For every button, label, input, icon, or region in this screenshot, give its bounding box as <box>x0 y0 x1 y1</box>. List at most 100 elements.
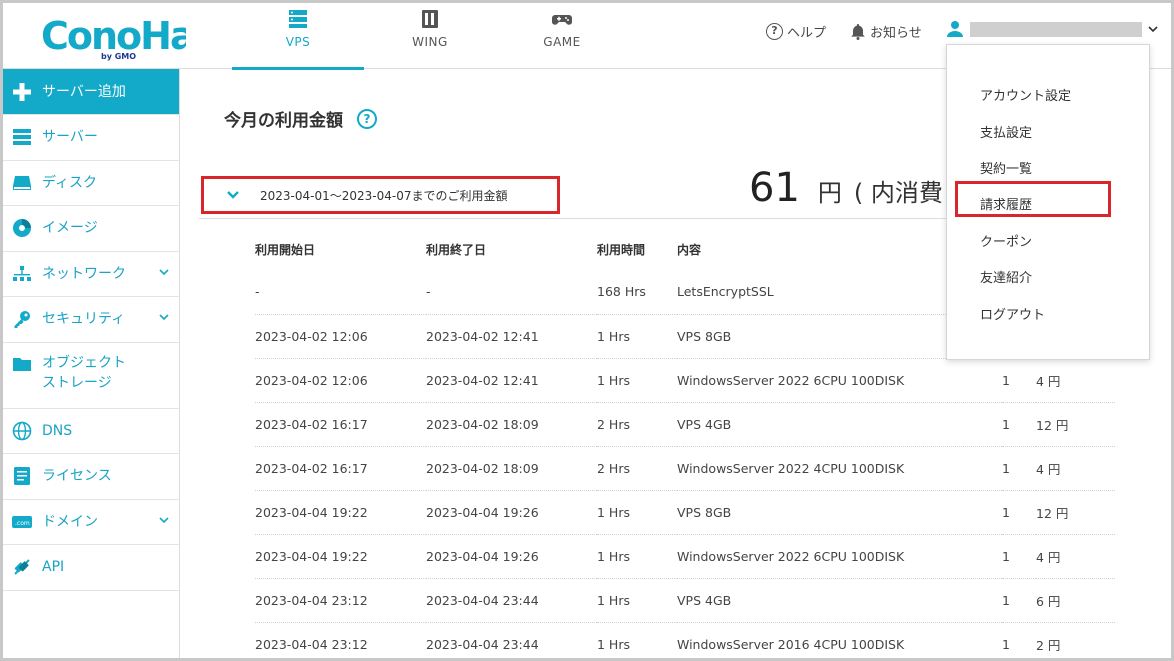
help-icon[interactable]: ? <box>357 108 377 129</box>
page-title-text: 今月の利用金額 <box>224 111 343 131</box>
table-row: 2023-04-02 12:06 2023-04-02 12:41 1 Hrs Win… <box>255 357 1115 402</box>
duration-cell: 1 Hrs <box>597 577 677 622</box>
quantity-cell: 1 <box>1002 577 1036 622</box>
end-date-cell: 2023-04-04 23:44 <box>426 577 597 622</box>
sidebar-item-label: サーバー追加 <box>42 83 126 100</box>
plus-icon <box>11 81 33 103</box>
duration-cell: 1 Hrs <box>597 533 677 578</box>
sidebar-item-add-server[interactable]: サーバー追加 <box>3 69 179 115</box>
duration-cell: 168 Hrs <box>597 284 646 300</box>
tab-wing-label: WING <box>412 35 448 49</box>
price-cell: 6 円 <box>1036 577 1115 622</box>
period-label: 2023-04-01～2023-04-07までのご利用金額 <box>260 188 508 203</box>
description-cell: WindowsServer 2022 6CPU 100DISK <box>677 357 1002 402</box>
account-menu: アカウント設定 支払設定 契約一覧 請求履歴 クーポン 友達紹介 ログアウト <box>946 44 1150 360</box>
description-cell: VPS 8GB <box>677 489 1002 534</box>
chevron-down-icon <box>1148 26 1158 33</box>
server-icon <box>289 10 307 28</box>
building-icon <box>422 10 438 28</box>
price-cell: 12 円 <box>1036 489 1115 534</box>
end-date-cell: 2023-04-02 18:09 <box>426 401 597 446</box>
svg-text:by GMO: by GMO <box>101 52 136 61</box>
sidebar-item-api[interactable]: API <box>3 545 179 591</box>
sidebar-item-server[interactable]: サーバー <box>3 115 179 161</box>
column-header: 利用時間 <box>597 242 646 257</box>
amount-unit: 円 <box>817 179 842 207</box>
user-menu-trigger[interactable] <box>946 20 1158 38</box>
sidebar-item-label: サーバー <box>42 129 98 146</box>
quantity-cell: 1 <box>1002 401 1036 446</box>
quantity-cell: 1 <box>1002 533 1036 578</box>
price-cell: 4 円 <box>1036 357 1115 402</box>
user-name-redacted <box>970 21 1142 37</box>
help-icon: ? <box>766 23 783 40</box>
sidebar-item-security[interactable]: セキュリティ <box>3 297 179 343</box>
description-cell: WindowsServer 2022 6CPU 100DISK <box>677 533 1002 578</box>
description-cell: VPS 4GB <box>677 401 1002 446</box>
sidebar-item-image[interactable]: イメージ <box>3 206 179 252</box>
table-row: 2023-04-02 16:17 2023-04-02 18:09 2 Hrs VPS… <box>255 401 1115 446</box>
news-label: お知らせ <box>870 26 922 41</box>
sidebar-item-domain[interactable]: .com ドメイン <box>3 500 179 545</box>
end-date-cell: 2023-04-04 19:26 <box>426 533 597 578</box>
conoha-logo[interactable]: ConoHa by GMO <box>41 11 196 61</box>
duration-cell: 1 Hrs <box>597 357 677 402</box>
svg-text:.com: .com <box>15 520 30 527</box>
start-date-cell: 2023-04-04 19:22 <box>255 533 426 578</box>
sidebar-item-license[interactable]: ライセンス <box>3 454 179 500</box>
sidebar-item-label: セキュリティ <box>42 311 126 328</box>
chevron-down-icon <box>159 314 169 321</box>
news-link[interactable]: お知らせ <box>850 22 922 41</box>
help-link[interactable]: ? ヘルプ <box>766 22 826 41</box>
menu-item-contracts[interactable]: 契約一覧 <box>980 158 1032 177</box>
disk-icon <box>11 172 33 194</box>
api-icon <box>11 556 33 578</box>
amount-value: 61 <box>749 165 800 211</box>
sidebar-item-label-line2: ストレージ <box>42 374 112 391</box>
server-icon <box>11 126 33 148</box>
quantity-cell: 1 <box>1002 445 1036 490</box>
sidebar-item-label: DNS <box>42 422 73 439</box>
menu-item-coupon[interactable]: クーポン <box>980 231 1032 250</box>
highlight-box <box>955 181 1111 217</box>
menu-item-logout[interactable]: ログアウト <box>980 304 1045 323</box>
menu-item-payment-settings[interactable]: 支払設定 <box>980 122 1032 141</box>
column-header: 利用開始日 <box>255 242 316 257</box>
bell-icon <box>851 24 865 40</box>
chevron-down-icon <box>159 269 169 275</box>
sidebar-item-label: API <box>42 559 65 576</box>
tab-vps[interactable]: VPS <box>232 3 364 70</box>
table-row: 2023-04-02 16:17 2023-04-02 18:09 2 Hrs Win… <box>255 445 1115 490</box>
amount-tax-label: ( 内消費 <box>853 179 943 207</box>
sidebar-item-label: ライセンス <box>42 468 112 485</box>
license-icon <box>11 465 33 487</box>
description-cell: WindowsServer 2022 4CPU 100DISK <box>677 445 1002 490</box>
table-row: 2023-04-04 23:12 2023-04-04 23:44 1 Hrs VPS… <box>255 577 1115 622</box>
sidebar-item-dns[interactable]: DNS <box>3 409 179 454</box>
end-date-cell: 2023-04-04 19:26 <box>426 489 597 534</box>
tab-wing[interactable]: WING <box>364 3 496 69</box>
sidebar-item-network[interactable]: ネットワーク <box>3 252 179 297</box>
menu-item-friend-referral[interactable]: 友達紹介 <box>980 267 1032 286</box>
sidebar-item-label-group: オブジェクト ストレージ <box>42 353 126 393</box>
tab-vps-label: VPS <box>285 35 311 49</box>
sidebar-item-disk[interactable]: ディスク <box>3 161 179 206</box>
sidebar-item-label: オブジェクト <box>42 354 126 371</box>
folder-icon <box>11 353 33 375</box>
end-date-cell: - <box>426 284 431 300</box>
start-date-cell: 2023-04-04 23:12 <box>255 621 426 658</box>
period-toggle[interactable]: 2023-04-01～2023-04-07までのご利用金額 <box>201 176 560 214</box>
menu-item-account-settings[interactable]: アカウント設定 <box>980 85 1071 104</box>
sidebar-item-object-storage[interactable]: オブジェクト ストレージ <box>3 343 179 409</box>
tab-game[interactable]: GAME <box>496 3 628 69</box>
price-cell: 12 円 <box>1036 401 1115 446</box>
price-cell: 4 円 <box>1036 533 1115 578</box>
description-cell: WindowsServer 2016 4CPU 100DISK <box>677 621 1002 658</box>
duration-cell: 1 Hrs <box>597 313 677 358</box>
duration-cell: 1 Hrs <box>597 621 677 658</box>
tab-game-label: GAME <box>543 35 581 49</box>
start-date-cell: 2023-04-02 16:17 <box>255 445 426 490</box>
help-label: ヘルプ <box>787 26 827 41</box>
end-date-cell: 2023-04-04 23:44 <box>426 621 597 658</box>
chevron-down-icon <box>159 517 169 523</box>
